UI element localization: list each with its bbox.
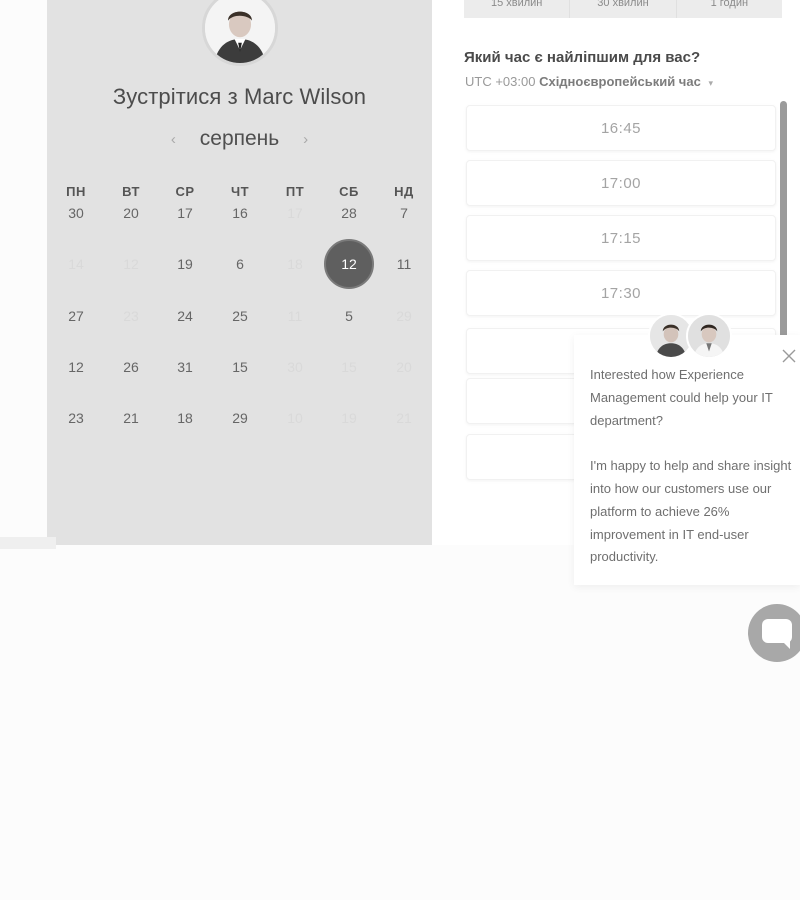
month-navigator: ‹ серпень › — [47, 127, 432, 151]
chat-message-paragraph: I'm happy to help and share insight into… — [590, 458, 792, 565]
calendar-day-selected[interactable]: 12 — [324, 239, 374, 289]
calendar-day: 30 — [287, 359, 303, 375]
calendar-day: 14 — [68, 256, 84, 272]
chat-launcher-button[interactable] — [748, 604, 800, 662]
calendar-day: 20 — [396, 359, 412, 375]
calendar-day[interactable]: 29 — [215, 393, 265, 443]
calendar-day: 21 — [396, 410, 412, 426]
time-slot-button[interactable]: 17:15 — [466, 215, 776, 261]
calendar-day[interactable]: 15 — [215, 342, 265, 392]
calendar-day: 17 — [287, 205, 303, 221]
time-question: Який час є найліпшим для вас? — [464, 49, 701, 66]
chevron-left-icon[interactable]: ‹ — [163, 131, 183, 148]
calendar-day[interactable]: 12 — [51, 342, 101, 392]
calendar-day: 18 — [287, 256, 303, 272]
chat-popup-message: Interested how Experience Management cou… — [590, 364, 795, 592]
calendar-day[interactable]: 30 — [51, 188, 101, 238]
scrollbar[interactable] — [780, 101, 787, 341]
duration-tabs: 15 хвилин 30 хвилин 1 годин — [464, 0, 782, 18]
time-slot-button[interactable]: 17:00 — [466, 160, 776, 206]
calendar-day: 12 — [123, 256, 139, 272]
calendar-day[interactable]: 16 — [215, 188, 265, 238]
month-label: серпень — [199, 127, 280, 150]
calendar-day[interactable]: 28 — [324, 188, 374, 238]
calendar-day[interactable]: 17 — [160, 188, 210, 238]
host-photo-icon — [205, 0, 275, 63]
calendar-day[interactable]: 21 — [106, 393, 156, 443]
calendar-day: 29 — [396, 308, 412, 324]
calendar-day: 19 — [341, 410, 357, 426]
calendar-day[interactable]: 25 — [215, 291, 265, 341]
calendar-day[interactable]: 24 — [160, 291, 210, 341]
chevron-right-icon[interactable]: › — [296, 131, 316, 148]
calendar-day[interactable]: 31 — [160, 342, 210, 392]
time-slot-button[interactable]: 17:30 — [466, 270, 776, 316]
calendar-day: 15 — [341, 359, 357, 375]
timezone-name: Східноєвропейський час — [539, 74, 701, 89]
timezone-offset: UTC +03:00 — [465, 74, 536, 89]
chat-message-paragraph: Interested how Experience Management cou… — [590, 367, 773, 428]
agent-photo-icon — [688, 315, 730, 357]
duration-tab-30[interactable]: 30 хвилин — [570, 0, 677, 18]
calendar-day[interactable]: 6 — [215, 239, 265, 289]
calendar-day[interactable]: 20 — [106, 188, 156, 238]
calendar-day[interactable]: 23 — [51, 393, 101, 443]
meeting-title: Зустрітися з Marc Wilson — [112, 84, 367, 109]
close-icon[interactable] — [780, 347, 798, 365]
calendar-day[interactable]: 18 — [160, 393, 210, 443]
time-slot-button[interactable]: 16:45 — [466, 105, 776, 151]
chevron-down-icon: ▾ — [708, 78, 713, 88]
agent-avatar-2 — [686, 313, 732, 359]
calendar-day[interactable]: 27 — [51, 291, 101, 341]
calendar-day[interactable]: 5 — [324, 291, 374, 341]
chat-bubble-icon — [762, 619, 792, 643]
calendar-day: 10 — [287, 410, 303, 426]
calendar-day[interactable]: 19 — [160, 239, 210, 289]
calendar-day: 23 — [123, 308, 139, 324]
calendar-day[interactable]: 26 — [106, 342, 156, 392]
duration-tab-15[interactable]: 15 хвилин — [464, 0, 571, 18]
timezone-selector[interactable]: UTC +03:00 Східноєвропейський час ▾ — [465, 74, 713, 89]
calendar-day[interactable]: 7 — [379, 188, 429, 238]
calendar-day: 11 — [287, 308, 303, 324]
calendar-day[interactable]: 11 — [379, 239, 429, 289]
divider — [0, 537, 56, 549]
duration-tab-60[interactable]: 1 годин — [677, 0, 782, 18]
